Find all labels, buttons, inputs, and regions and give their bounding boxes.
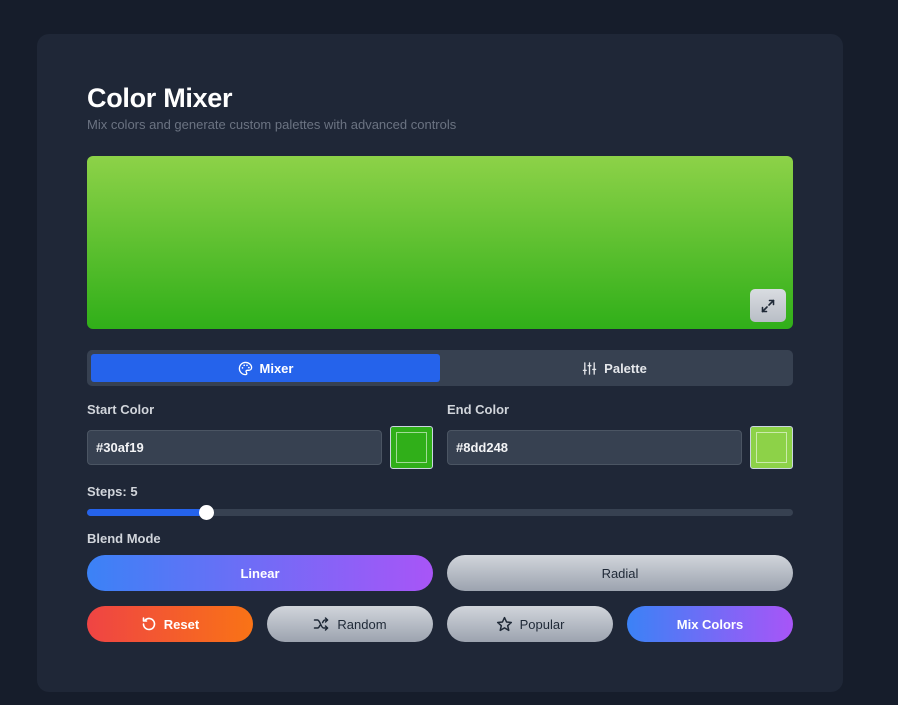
steps-slider-thumb[interactable]: [198, 505, 214, 520]
sliders-icon: [582, 361, 597, 376]
reset-button[interactable]: Reset: [87, 606, 253, 642]
popular-button[interactable]: Popular: [447, 606, 613, 642]
tab-palette[interactable]: Palette: [440, 354, 789, 382]
reset-icon: [141, 616, 157, 632]
end-color-label: End Color: [447, 402, 510, 417]
steps-slider[interactable]: [87, 505, 793, 520]
end-color-swatch-inner: [756, 432, 787, 463]
tab-palette-label: Palette: [604, 360, 647, 376]
star-icon: [496, 616, 513, 633]
mode-tabs: Mixer Palette: [87, 350, 793, 386]
steps-label: Steps: 5: [87, 484, 138, 499]
popular-label: Popular: [519, 616, 565, 632]
start-color-input[interactable]: [87, 430, 382, 465]
shuffle-icon: [313, 616, 330, 632]
blend-linear-label: Linear: [240, 565, 280, 581]
expand-button[interactable]: [750, 289, 786, 322]
mix-colors-label: Mix Colors: [676, 616, 744, 632]
end-color-swatch[interactable]: [750, 426, 793, 469]
reset-label: Reset: [163, 616, 200, 632]
steps-slider-fill: [87, 509, 206, 516]
page-subtitle: Mix colors and generate custom palettes …: [87, 117, 457, 132]
blend-mode-label: Blend Mode: [87, 531, 161, 546]
start-color-label: Start Color: [87, 402, 155, 417]
blend-radial-label: Radial: [601, 565, 639, 581]
start-color-swatch-inner: [396, 432, 427, 463]
blend-radial-button[interactable]: Radial: [447, 555, 793, 591]
random-button[interactable]: Random: [267, 606, 433, 642]
expand-icon: [761, 299, 775, 313]
random-label: Random: [337, 616, 387, 632]
palette-icon: [238, 361, 253, 376]
gradient-preview: [87, 156, 793, 329]
start-color-swatch[interactable]: [390, 426, 433, 469]
mix-colors-button[interactable]: Mix Colors: [627, 606, 793, 642]
end-color-input[interactable]: [447, 430, 742, 465]
tab-mixer[interactable]: Mixer: [91, 354, 440, 382]
blend-linear-button[interactable]: Linear: [87, 555, 433, 591]
tab-mixer-label: Mixer: [259, 360, 294, 376]
page-title: Color Mixer: [87, 83, 233, 113]
